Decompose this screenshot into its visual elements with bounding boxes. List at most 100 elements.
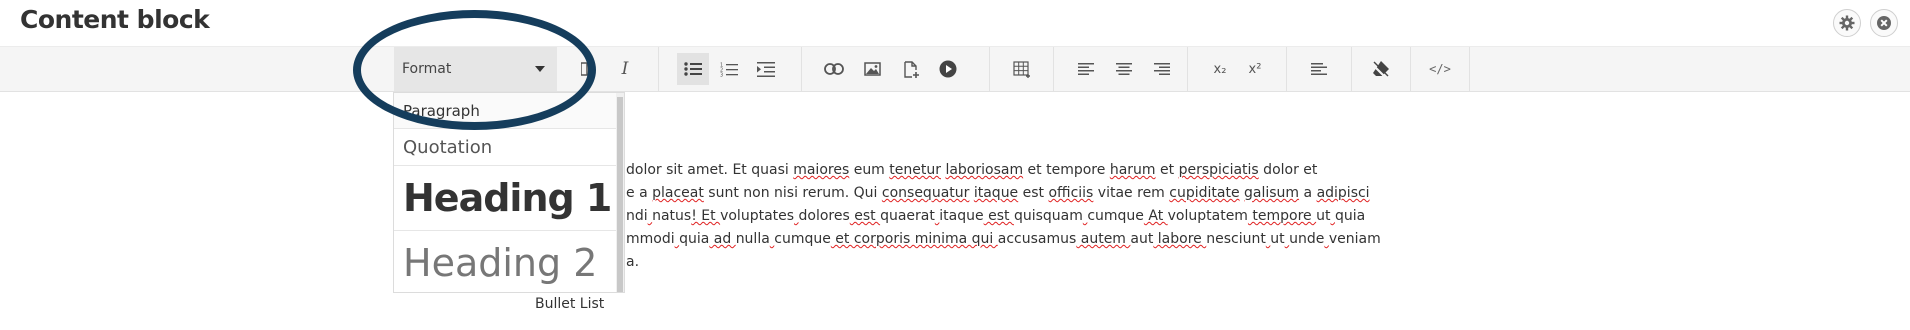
file-button[interactable] xyxy=(895,53,927,85)
editor-toolbar: Format I 1 2 3 x₂ x² </> xyxy=(0,46,1910,92)
numbered-list-button[interactable]: 1 2 3 xyxy=(713,53,745,85)
text-segment: a xyxy=(1299,185,1317,201)
text-segment: ut xyxy=(1270,231,1285,247)
format-option-label: Heading 2 xyxy=(403,241,598,285)
format-option-label: Quotation xyxy=(403,137,493,158)
toolbar-group-table xyxy=(990,47,1054,91)
play-icon xyxy=(939,60,957,78)
misspelled-word: est xyxy=(983,208,1014,224)
dropdown-scrollbar[interactable] xyxy=(616,93,624,292)
table-button[interactable] xyxy=(1006,53,1038,85)
editor-line: dolor sit amet. Et quasi maiores eum ten… xyxy=(626,159,1381,182)
text-segment: itaque xyxy=(939,208,984,224)
text-segment: natus xyxy=(652,208,692,224)
text-segment: unde xyxy=(1289,231,1325,247)
superscript-icon: x² xyxy=(1248,61,1262,77)
toolbar-group-script: x₂ x² xyxy=(1188,47,1287,91)
paragraph-style-button[interactable] xyxy=(1303,53,1335,85)
text-segment: a. xyxy=(626,254,640,270)
tooltip-bullet-list: Bullet List xyxy=(535,296,605,312)
misspelled-word: autem xyxy=(1076,231,1131,247)
toolbar-group-lists: 1 2 3 xyxy=(659,47,802,91)
misspelled-word: harum xyxy=(1109,162,1156,178)
link-icon xyxy=(824,63,844,75)
close-icon xyxy=(1877,16,1891,30)
clear-format-button[interactable] xyxy=(1365,53,1397,85)
misspelled-word: ad xyxy=(709,231,736,247)
text-segment: eum xyxy=(849,162,890,178)
text-segment: nulla xyxy=(735,231,770,247)
text-segment: quia xyxy=(1334,208,1366,224)
settings-button[interactable] xyxy=(1833,9,1861,37)
text-segment: dolor et xyxy=(1258,162,1318,178)
source-code-button[interactable]: </> xyxy=(1424,53,1456,85)
superscript-button[interactable]: x² xyxy=(1239,53,1271,85)
text-segment: e a xyxy=(626,185,653,201)
svg-text:3: 3 xyxy=(720,72,723,77)
editor-paragraph[interactable]: dolor sit amet. Et quasi maiores eum ten… xyxy=(626,159,1381,274)
text-segment: ut xyxy=(1316,208,1331,224)
align-left-button[interactable] xyxy=(1070,53,1102,85)
toolbar-group-align xyxy=(1054,47,1188,91)
format-option-label: Heading 1 xyxy=(403,176,612,220)
editor-line: e a placeat sunt non nisi rerum. Qui con… xyxy=(626,182,1381,205)
text-segment: cumque xyxy=(774,231,831,247)
bullet-list-icon xyxy=(684,62,702,76)
text-segment: accusamus xyxy=(997,231,1077,247)
italic-button[interactable]: I xyxy=(609,53,641,85)
image-button[interactable] xyxy=(856,53,888,85)
misspelled-word: adipisci xyxy=(1316,185,1370,201)
format-option-heading-1[interactable]: Heading 1 xyxy=(394,166,616,231)
text-segment: et xyxy=(1155,162,1179,178)
dialog-header: Content block xyxy=(0,0,1910,46)
close-button[interactable] xyxy=(1870,9,1898,37)
align-left-icon xyxy=(1078,63,1094,75)
misspelled-word: cupiditate xyxy=(1169,185,1240,201)
format-option-quotation[interactable]: Quotation xyxy=(394,129,616,166)
text-segment: quisquam xyxy=(1013,208,1083,224)
misspelled-word: et corporis minima qui xyxy=(830,231,998,247)
misspelled-word: tempore xyxy=(1247,208,1317,224)
text-segment: quia xyxy=(679,231,710,247)
misspelled-word: maiores xyxy=(793,162,850,178)
text-segment: voluptates xyxy=(720,208,795,224)
link-button[interactable] xyxy=(818,53,850,85)
misspelled-word: perspiciatis xyxy=(1178,162,1259,178)
align-right-icon xyxy=(1154,63,1170,75)
text-lines-icon xyxy=(1311,63,1327,75)
text-segment: cumque xyxy=(1087,208,1144,224)
text-segment: mmodi xyxy=(626,231,675,247)
text-segment: aut xyxy=(1130,231,1154,247)
misspelled-word: consequatur xyxy=(881,185,970,201)
table-icon xyxy=(1013,60,1030,78)
misspelled-word: galisum xyxy=(1244,185,1300,201)
text-segment: quaerat xyxy=(880,208,935,224)
bullet-list-button[interactable] xyxy=(677,53,709,85)
editor-line: mmodi quia ad nulla cumque et corporis m… xyxy=(626,228,1381,251)
text-segment: vitae rem xyxy=(1093,185,1170,201)
gear-icon xyxy=(1839,15,1855,31)
eraser-icon xyxy=(1372,61,1389,78)
subscript-icon: x₂ xyxy=(1213,61,1227,77)
media-button[interactable] xyxy=(932,53,964,85)
dropdown-scrollbar-thumb[interactable] xyxy=(617,97,623,292)
misspelled-word: At xyxy=(1143,208,1168,224)
indent-icon xyxy=(757,61,775,77)
format-option-heading-2[interactable]: Heading 2 xyxy=(394,231,616,292)
highlight-ellipse xyxy=(353,10,596,130)
toolbar-group-source: </> xyxy=(1411,47,1470,91)
align-right-button[interactable] xyxy=(1146,53,1178,85)
editor-line: ndi natus! Et voluptates dolores est qua… xyxy=(626,205,1381,228)
text-segment: dolores xyxy=(798,208,850,224)
subscript-button[interactable]: x₂ xyxy=(1204,53,1236,85)
text-segment: voluptatem xyxy=(1167,208,1248,224)
indent-button[interactable] xyxy=(750,53,782,85)
misspelled-word: ! Et xyxy=(691,208,721,224)
text-segment: sunt non nisi rerum. Qui xyxy=(703,185,882,201)
text-segment: nesciunt xyxy=(1206,231,1266,247)
toolbar-group-paragraph xyxy=(1287,47,1352,91)
align-center-icon xyxy=(1116,63,1132,75)
align-center-button[interactable] xyxy=(1108,53,1140,85)
misspelled-word: tenetur xyxy=(889,162,941,178)
italic-icon: I xyxy=(621,59,629,79)
